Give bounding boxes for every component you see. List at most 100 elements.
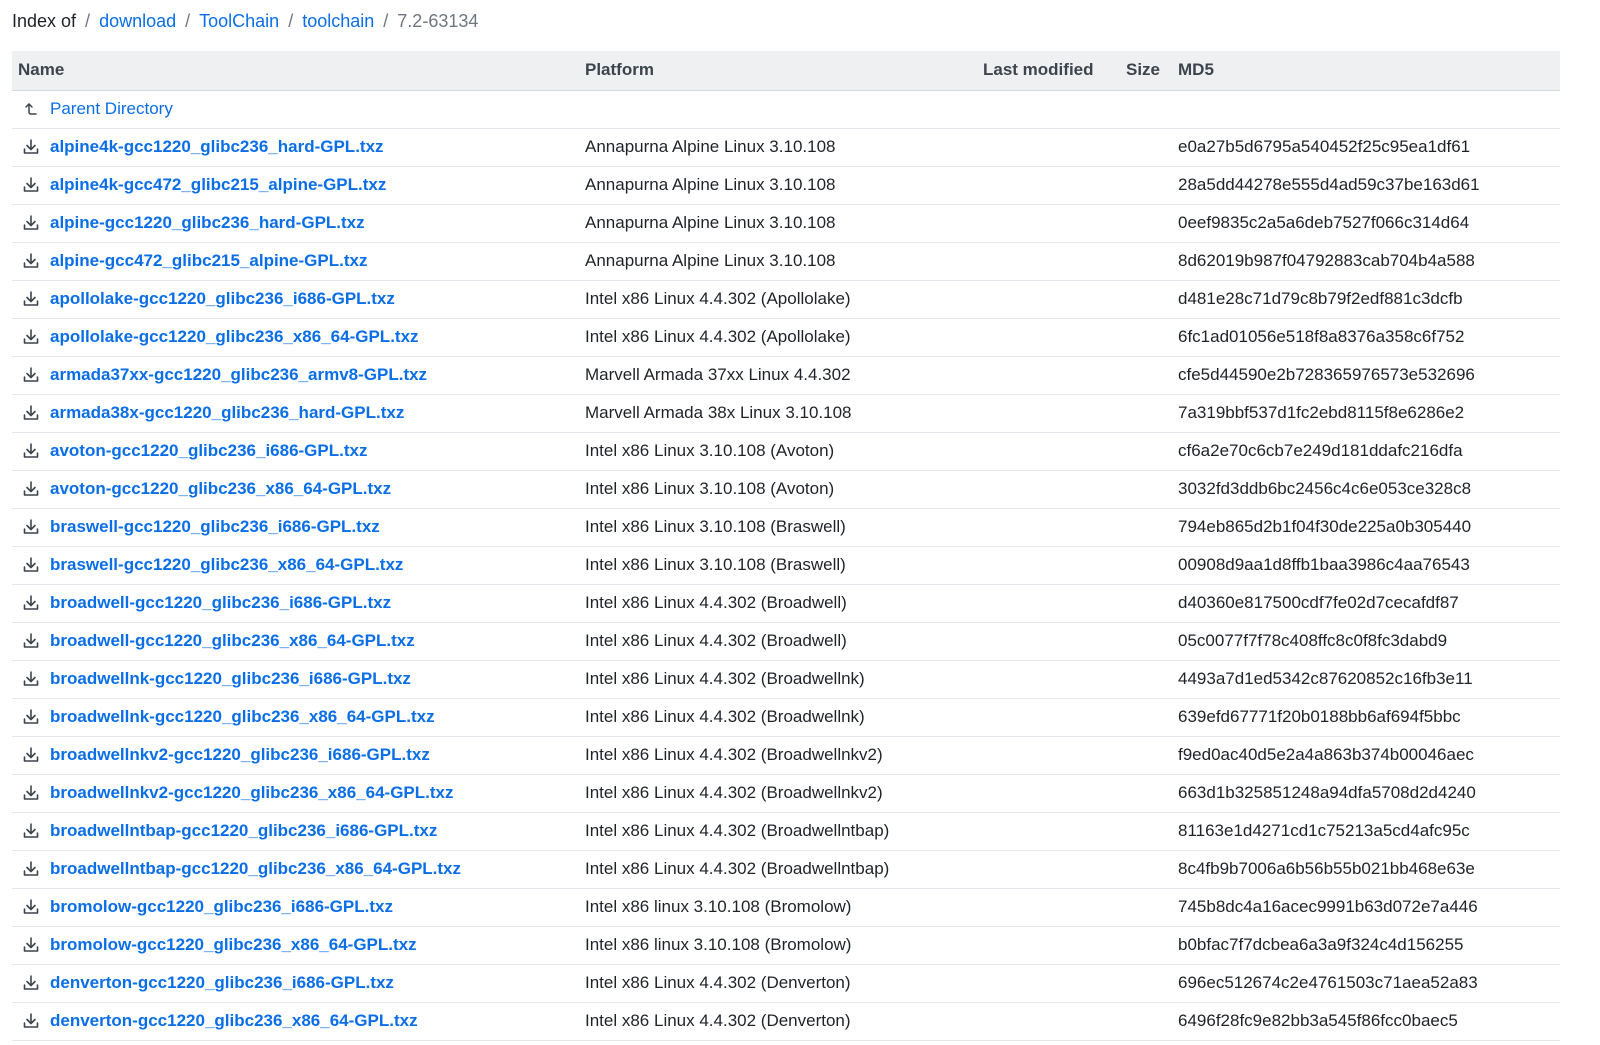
file-link[interactable]: armada38x-gcc1220_glibc236_hard-GPL.txz bbox=[50, 403, 404, 423]
table-row[interactable]: alpine-gcc1220_glibc236_hard-GPL.txz Anna… bbox=[12, 204, 1560, 242]
file-listing-table: Name Platform Last modified Size MD5 Par… bbox=[12, 51, 1560, 1041]
download-icon[interactable] bbox=[12, 1012, 50, 1030]
download-icon[interactable] bbox=[12, 366, 50, 384]
platform-cell: Intel x86 Linux 4.4.302 (Broadwellnkv2) bbox=[585, 783, 883, 802]
table-row[interactable]: broadwellnk-gcc1220_glibc236_i686-GPL.tx… bbox=[12, 660, 1560, 698]
download-icon[interactable] bbox=[12, 898, 50, 916]
download-icon[interactable] bbox=[12, 784, 50, 802]
download-icon[interactable] bbox=[12, 746, 50, 764]
table-row[interactable]: alpine4k-gcc1220_glibc236_hard-GPL.txz An… bbox=[12, 128, 1560, 166]
column-header-size[interactable]: Size bbox=[1126, 51, 1178, 91]
file-link[interactable]: avoton-gcc1220_glibc236_i686-GPL.txz bbox=[50, 441, 367, 461]
file-link[interactable]: avoton-gcc1220_glibc236_x86_64-GPL.txz bbox=[50, 479, 391, 499]
breadcrumb-link-toolchain[interactable]: toolchain bbox=[302, 11, 374, 31]
file-link[interactable]: alpine-gcc1220_glibc236_hard-GPL.txz bbox=[50, 213, 365, 233]
download-icon[interactable] bbox=[12, 822, 50, 840]
table-row[interactable]: apollolake-gcc1220_glibc236_x86_64-GPL.t… bbox=[12, 318, 1560, 356]
download-icon[interactable] bbox=[12, 138, 50, 156]
table-row[interactable]: broadwell-gcc1220_glibc236_x86_64-GPL.tx… bbox=[12, 622, 1560, 660]
table-row[interactable]: alpine4k-gcc472_glibc215_alpine-GPL.txz A… bbox=[12, 166, 1560, 204]
breadcrumb-link-toolchain-root[interactable]: ToolChain bbox=[199, 11, 279, 31]
table-row[interactable]: armada38x-gcc1220_glibc236_hard-GPL.txz M… bbox=[12, 394, 1560, 432]
table-row[interactable]: avoton-gcc1220_glibc236_x86_64-GPL.txz In… bbox=[12, 470, 1560, 508]
table-row[interactable]: denverton-gcc1220_glibc236_x86_64-GPL.tx… bbox=[12, 1002, 1560, 1040]
file-link[interactable]: broadwellntbap-gcc1220_glibc236_i686-GPL… bbox=[50, 821, 437, 841]
table-row[interactable]: apollolake-gcc1220_glibc236_i686-GPL.txz… bbox=[12, 280, 1560, 318]
download-icon[interactable] bbox=[12, 632, 50, 650]
file-link[interactable]: alpine4k-gcc472_glibc215_alpine-GPL.txz bbox=[50, 175, 386, 195]
download-icon[interactable] bbox=[12, 594, 50, 612]
last-modified-cell bbox=[983, 432, 1126, 470]
file-link[interactable]: broadwellnk-gcc1220_glibc236_i686-GPL.tx… bbox=[50, 669, 411, 689]
table-row[interactable]: armada37xx-gcc1220_glibc236_armv8-GPL.tx… bbox=[12, 356, 1560, 394]
platform-cell: Marvell Armada 37xx Linux 4.4.302 bbox=[585, 365, 851, 384]
platform-cell: Intel x86 Linux 3.10.108 (Avoton) bbox=[585, 441, 835, 460]
download-icon[interactable] bbox=[12, 480, 50, 498]
platform-cell: Intel x86 Linux 3.10.108 (Braswell) bbox=[585, 517, 846, 536]
last-modified-cell bbox=[983, 698, 1126, 736]
file-link[interactable]: broadwellntbap-gcc1220_glibc236_x86_64-G… bbox=[50, 859, 461, 879]
download-icon[interactable] bbox=[12, 176, 50, 194]
table-row[interactable]: broadwellntbap-gcc1220_glibc236_x86_64-G… bbox=[12, 850, 1560, 888]
column-header-platform[interactable]: Platform bbox=[585, 51, 983, 91]
file-link[interactable]: braswell-gcc1220_glibc236_x86_64-GPL.txz bbox=[50, 555, 403, 575]
table-row[interactable]: alpine-gcc472_glibc215_alpine-GPL.txz Ann… bbox=[12, 242, 1560, 280]
platform-cell: Annapurna Alpine Linux 3.10.108 bbox=[585, 213, 836, 232]
download-icon[interactable] bbox=[12, 936, 50, 954]
file-link[interactable]: alpine-gcc472_glibc215_alpine-GPL.txz bbox=[50, 251, 367, 271]
last-modified-cell bbox=[983, 394, 1126, 432]
md5-cell: 696ec512674c2e4761503c71aea52a83 bbox=[1178, 973, 1478, 992]
breadcrumb-link-download[interactable]: download bbox=[99, 11, 176, 31]
file-link[interactable]: apollolake-gcc1220_glibc236_x86_64-GPL.t… bbox=[50, 327, 419, 347]
parent-directory-link[interactable]: Parent Directory bbox=[50, 99, 173, 119]
table-row[interactable]: denverton-gcc1220_glibc236_i686-GPL.txz I… bbox=[12, 964, 1560, 1002]
size-cell bbox=[1126, 432, 1178, 470]
file-link[interactable]: broadwell-gcc1220_glibc236_x86_64-GPL.tx… bbox=[50, 631, 415, 651]
md5-cell: 28a5dd44278e555d4ad59c37be163d61 bbox=[1178, 175, 1480, 194]
download-icon[interactable] bbox=[12, 328, 50, 346]
platform-cell: Intel x86 Linux 4.4.302 (Apollolake) bbox=[585, 327, 851, 346]
download-icon[interactable] bbox=[12, 860, 50, 878]
table-row[interactable]: broadwellnkv2-gcc1220_glibc236_x86_64-GP… bbox=[12, 774, 1560, 812]
file-link[interactable]: denverton-gcc1220_glibc236_x86_64-GPL.tx… bbox=[50, 1011, 418, 1031]
column-header-name[interactable]: Name bbox=[12, 51, 585, 91]
download-icon[interactable] bbox=[12, 708, 50, 726]
last-modified-cell bbox=[983, 242, 1126, 280]
download-icon[interactable] bbox=[12, 518, 50, 536]
last-modified-cell bbox=[983, 812, 1126, 850]
file-link[interactable]: broadwellnkv2-gcc1220_glibc236_x86_64-GP… bbox=[50, 783, 453, 803]
file-link[interactable]: broadwellnk-gcc1220_glibc236_x86_64-GPL.… bbox=[50, 707, 435, 727]
table-row[interactable]: broadwell-gcc1220_glibc236_i686-GPL.txz I… bbox=[12, 584, 1560, 622]
download-icon[interactable] bbox=[12, 556, 50, 574]
download-icon[interactable] bbox=[12, 404, 50, 422]
table-row[interactable]: braswell-gcc1220_glibc236_x86_64-GPL.txz… bbox=[12, 546, 1560, 584]
table-row[interactable]: broadwellnk-gcc1220_glibc236_x86_64-GPL.… bbox=[12, 698, 1560, 736]
download-icon[interactable] bbox=[12, 670, 50, 688]
file-link[interactable]: bromolow-gcc1220_glibc236_x86_64-GPL.txz bbox=[50, 935, 417, 955]
parent-directory-icon bbox=[12, 101, 50, 117]
file-link[interactable]: armada37xx-gcc1220_glibc236_armv8-GPL.tx… bbox=[50, 365, 427, 385]
parent-directory-row[interactable]: Parent Directory bbox=[12, 90, 1560, 128]
table-row[interactable]: broadwellntbap-gcc1220_glibc236_i686-GPL… bbox=[12, 812, 1560, 850]
table-row[interactable]: avoton-gcc1220_glibc236_i686-GPL.txz Inte… bbox=[12, 432, 1560, 470]
file-link[interactable]: broadwell-gcc1220_glibc236_i686-GPL.txz bbox=[50, 593, 391, 613]
download-icon[interactable] bbox=[12, 442, 50, 460]
table-row[interactable]: broadwellnkv2-gcc1220_glibc236_i686-GPL.… bbox=[12, 736, 1560, 774]
breadcrumb-separator: / bbox=[185, 11, 191, 31]
file-link[interactable]: braswell-gcc1220_glibc236_i686-GPL.txz bbox=[50, 517, 380, 537]
column-header-last-modified[interactable]: Last modified bbox=[983, 51, 1126, 91]
download-icon[interactable] bbox=[12, 290, 50, 308]
table-row[interactable]: bromolow-gcc1220_glibc236_i686-GPL.txz In… bbox=[12, 888, 1560, 926]
download-icon[interactable] bbox=[12, 252, 50, 270]
file-link[interactable]: apollolake-gcc1220_glibc236_i686-GPL.txz bbox=[50, 289, 395, 309]
download-icon[interactable] bbox=[12, 974, 50, 992]
file-link[interactable]: bromolow-gcc1220_glibc236_i686-GPL.txz bbox=[50, 897, 393, 917]
column-header-md5[interactable]: MD5 bbox=[1178, 51, 1560, 91]
download-icon[interactable] bbox=[12, 214, 50, 232]
md5-cell: 663d1b325851248a94dfa5708d2d4240 bbox=[1178, 783, 1476, 802]
file-link[interactable]: broadwellnkv2-gcc1220_glibc236_i686-GPL.… bbox=[50, 745, 430, 765]
file-link[interactable]: alpine4k-gcc1220_glibc236_hard-GPL.txz bbox=[50, 137, 384, 157]
file-link[interactable]: denverton-gcc1220_glibc236_i686-GPL.txz bbox=[50, 973, 394, 993]
table-row[interactable]: bromolow-gcc1220_glibc236_x86_64-GPL.txz… bbox=[12, 926, 1560, 964]
table-row[interactable]: braswell-gcc1220_glibc236_i686-GPL.txz In… bbox=[12, 508, 1560, 546]
